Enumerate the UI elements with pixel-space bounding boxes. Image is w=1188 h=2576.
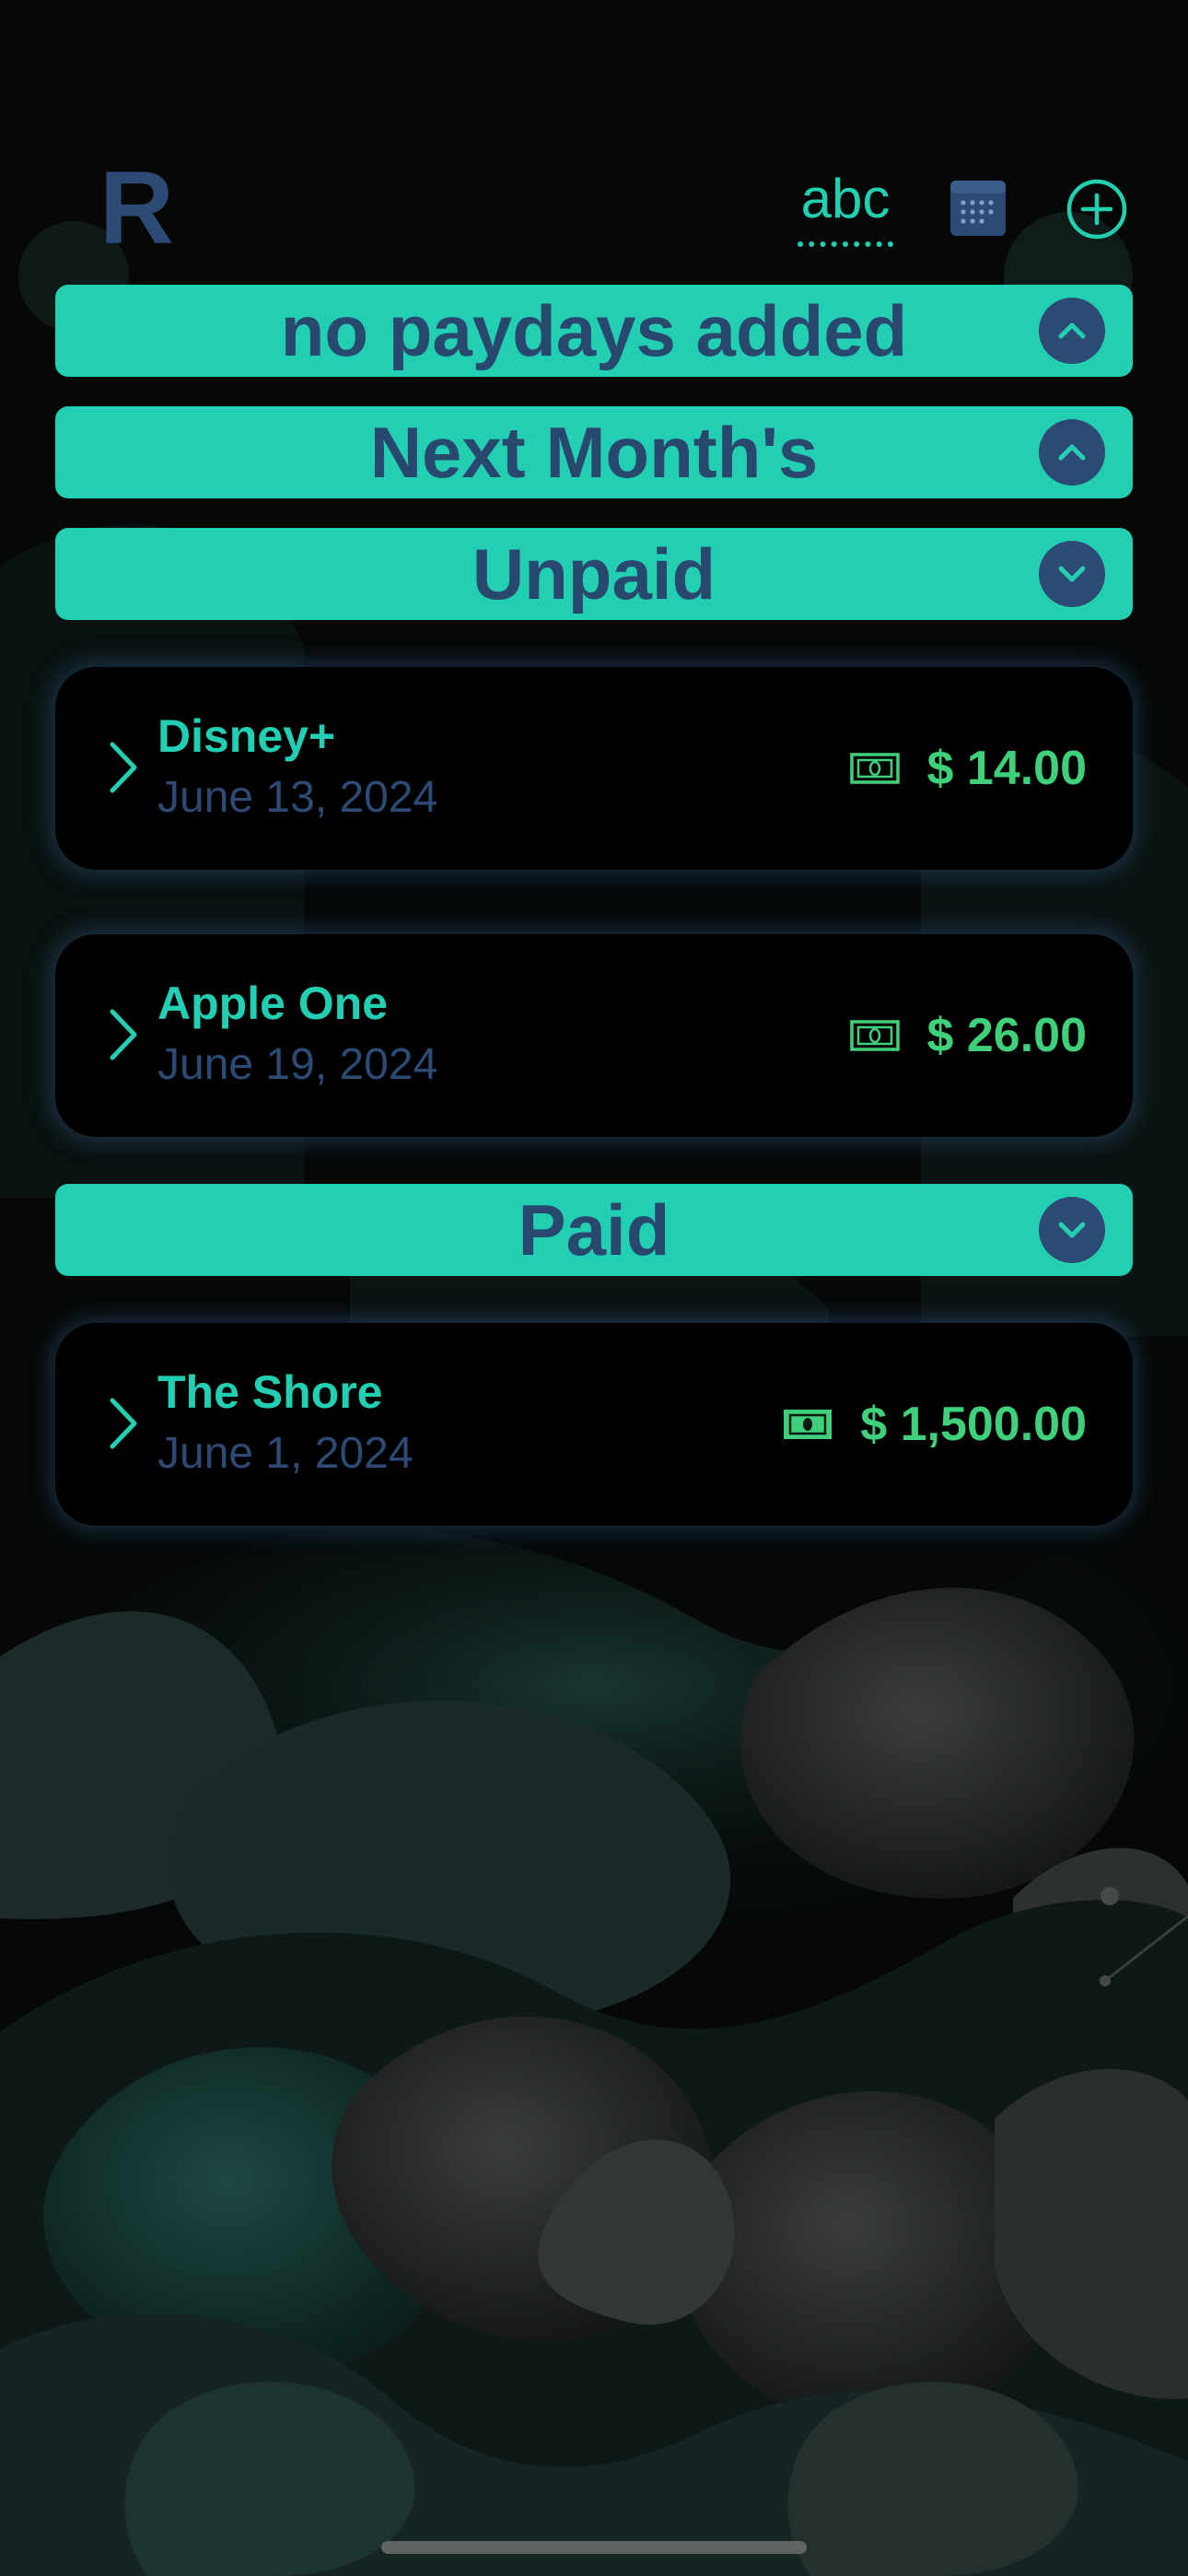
app-logo-letter: R [99, 150, 174, 265]
section-unpaid-toggle[interactable] [1039, 541, 1105, 607]
bill-amount: $ 1,500.00 [860, 1398, 1087, 1451]
home-indicator[interactable] [381, 2541, 807, 2554]
bill-due-date: June 13, 2024 [157, 773, 438, 822]
section-paid-label: Paid [518, 1189, 670, 1270]
chevron-right-icon [110, 1398, 137, 1449]
bill-amount: $ 26.00 [926, 1009, 1088, 1062]
section-paydays-header[interactable]: no paydays added [55, 285, 1133, 377]
chevron-down-icon [1058, 1222, 1086, 1238]
top-bar: R abc [0, 0, 1188, 276]
bill-amount-group: $ 14.00 [849, 742, 1088, 795]
section-next-month-toggle[interactable] [1039, 419, 1105, 486]
section-unpaid-label: Unpaid [472, 533, 716, 615]
section-next-month-header[interactable]: Next Month's [55, 406, 1133, 498]
calendar-icon [950, 181, 1006, 236]
bill-paid-date: June 1, 2024 [157, 1429, 413, 1478]
bill-amount-group: $ 1,500.00 [783, 1399, 1087, 1450]
banknote-filled-icon [784, 1410, 833, 1439]
calendar-button[interactable] [949, 179, 1007, 238]
chevron-up-icon [1058, 322, 1086, 339]
section-paydays-label: no paydays added [280, 290, 908, 371]
add-bill-button[interactable] [1066, 179, 1127, 240]
bill-card-the-shore[interactable]: The Shore June 1, 2024 $ 1,500.00 [55, 1323, 1133, 1526]
bill-card-apple-one[interactable]: Apple One June 19, 2024 $ 26.00 [55, 934, 1133, 1137]
bill-amount-group: $ 26.00 [849, 1009, 1088, 1062]
bill-name: Apple One [157, 978, 389, 1029]
sort-label: abc [800, 168, 891, 229]
section-paid-toggle[interactable] [1039, 1197, 1105, 1263]
section-unpaid-header[interactable]: Unpaid [55, 528, 1133, 620]
background-artwork [0, 0, 1188, 2576]
bill-name: Disney+ [157, 710, 336, 762]
bill-card-disney-plus[interactable]: Disney+ June 13, 2024 $ 14.00 [55, 667, 1133, 870]
chevron-right-icon [110, 1009, 137, 1060]
bill-due-date: June 19, 2024 [157, 1040, 438, 1089]
dotted-underline [798, 241, 893, 247]
banknote-outline-icon [849, 753, 900, 784]
bill-amount: $ 14.00 [926, 742, 1088, 795]
section-paid-header[interactable]: Paid [55, 1184, 1133, 1276]
section-next-month-label: Next Month's [369, 412, 819, 493]
chevron-right-icon [110, 742, 137, 793]
section-paydays-toggle[interactable] [1039, 298, 1105, 364]
chevron-up-icon [1058, 444, 1086, 461]
chevron-down-icon [1058, 566, 1086, 582]
bill-name: The Shore [157, 1366, 383, 1418]
plus-circle-icon [1066, 179, 1127, 240]
banknote-outline-icon [849, 1020, 900, 1051]
sort-alphabetical-button[interactable]: abc [796, 171, 895, 249]
